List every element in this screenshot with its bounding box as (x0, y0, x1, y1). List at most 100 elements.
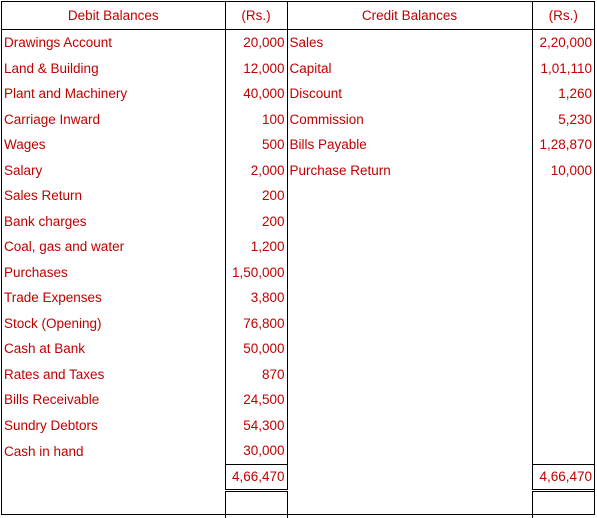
debit-account-name: Salary (4, 162, 43, 178)
credit-amount (531, 234, 594, 260)
debit-amount: 76,800 (224, 310, 287, 336)
total-label-empty (2, 464, 225, 490)
header-debit-balances: Debit Balances (2, 2, 225, 30)
credit-account-name (286, 387, 532, 413)
debit-account-name: Drawings Account (4, 35, 113, 51)
trial-balance-table: Debit Balances (Rs.) Credit Balances (Rs… (2, 2, 594, 518)
debit-account-name: Wages (4, 137, 46, 153)
credit-total: 4,66,470 (531, 463, 594, 492)
table-row: Bank charges 200 (2, 208, 594, 234)
credit-amount (531, 387, 594, 413)
debit-amount: 50,000 (224, 336, 287, 362)
credit-amount: 10,000 (531, 157, 594, 183)
debit-amount: 100 (224, 106, 287, 132)
credit-account-name (286, 234, 532, 260)
credit-account-name (286, 285, 532, 311)
debit-account-name: Coal, gas and water (4, 239, 125, 255)
credit-account-name (286, 183, 532, 209)
blank-cell (2, 490, 225, 518)
blank-cell (531, 490, 594, 518)
credit-amount (531, 208, 594, 234)
table-row: Sales Return 200 (2, 183, 594, 209)
debit-amount: 24,500 (224, 387, 287, 413)
credit-amount: 2,20,000 (531, 29, 594, 56)
debit-amount: 12,000 (224, 55, 287, 81)
table-row: Bills Receivable 24,500 (2, 387, 594, 413)
debit-account-name: Cash at Bank (4, 341, 86, 357)
credit-amount: 1,260 (531, 81, 594, 107)
blank-cell (224, 490, 287, 518)
header-credit-amount: (Rs.) (531, 2, 594, 30)
debit-account-name: Stock (Opening) (4, 315, 102, 331)
credit-account-name (286, 361, 532, 387)
table-row: Cash at Bank 50,000 (2, 336, 594, 362)
table-row: Rates and Taxes 870 (2, 361, 594, 387)
table-row: Purchases 1,50,000 (2, 259, 594, 285)
credit-amount (531, 259, 594, 285)
debit-account-name: Plant and Machinery (4, 86, 128, 102)
debit-amount: 3,800 (224, 285, 287, 311)
credit-amount (531, 412, 594, 438)
debit-account-name: Bank charges (4, 213, 87, 229)
debit-amount: 40,000 (224, 81, 287, 107)
credit-account-name: Commission (286, 106, 532, 132)
table-row: Wages 500 Bills Payable 1,28,870 (2, 132, 594, 158)
credit-amount (531, 336, 594, 362)
table-row: Coal, gas and water 1,200 (2, 234, 594, 260)
table-row: Stock (Opening) 76,800 (2, 310, 594, 336)
debit-amount: 500 (224, 132, 287, 158)
credit-amount: 1,01,110 (531, 55, 594, 81)
credit-account-name: Bills Payable (286, 132, 532, 158)
debit-amount: 54,300 (224, 412, 287, 438)
credit-account-name (286, 336, 532, 362)
table-row: Trade Expenses 3,800 (2, 285, 594, 311)
debit-amount: 1,200 (224, 234, 287, 260)
table-row: Carriage Inward 100 Commission 5,230 (2, 106, 594, 132)
header-debit-amount: (Rs.) (224, 2, 287, 30)
credit-account-name: Sales (286, 29, 532, 56)
credit-amount (531, 438, 594, 464)
table-row: Sundry Debtors 54,300 (2, 412, 594, 438)
table-row: Land & Building 12,000 Capital 1,01,110 (2, 55, 594, 81)
credit-amount (531, 285, 594, 311)
table-row: Drawings Account 20,000 Sales 2,20,000 (2, 29, 594, 56)
header-credit-balances: Credit Balances (286, 2, 532, 30)
debit-amount: 870 (224, 361, 287, 387)
table-row: Plant and Machinery 40,000 Discount 1,26… (2, 81, 594, 107)
debit-amount: 20,000 (224, 29, 287, 56)
credit-account-name (286, 412, 532, 438)
debit-account-name: Sales Return (4, 188, 83, 204)
debit-amount: 2,000 (224, 157, 287, 183)
blank-cell (286, 490, 532, 518)
table-row: Cash in hand 30,000 (2, 438, 594, 464)
credit-account-name (286, 310, 532, 336)
debit-amount: 200 (224, 208, 287, 234)
debit-account-name: Land & Building (4, 60, 99, 76)
debit-amount: 30,000 (224, 438, 287, 464)
debit-amount: 1,50,000 (224, 259, 287, 285)
credit-account-name: Purchase Return (286, 157, 532, 183)
credit-amount: 5,230 (531, 106, 594, 132)
credit-amount (531, 361, 594, 387)
debit-account-name: Bills Receivable (4, 392, 100, 408)
debit-account-name: Rates and Taxes (4, 366, 105, 382)
debit-account-name: Sundry Debtors (4, 417, 98, 433)
table-body: Drawings Account 20,000 Sales 2,20,000 L… (2, 29, 594, 518)
trial-balance-sheet: Debit Balances (Rs.) Credit Balances (Rs… (1, 1, 595, 518)
debit-amount: 200 (224, 183, 287, 209)
debit-account-name: Trade Expenses (4, 290, 102, 306)
debit-account-name: Purchases (4, 264, 68, 280)
table-row: Salary 2,000 Purchase Return 10,000 (2, 157, 594, 183)
total-credit-label-empty (286, 464, 532, 490)
credit-account-name: Capital (286, 55, 532, 81)
header-row: Debit Balances (Rs.) Credit Balances (Rs… (2, 2, 594, 30)
credit-account-name (286, 438, 532, 464)
debit-total: 4,66,470 (224, 463, 287, 492)
credit-amount (531, 183, 594, 209)
debit-account-name: Carriage Inward (4, 111, 101, 127)
credit-account-name (286, 208, 532, 234)
total-row: 4,66,470 4,66,470 (2, 463, 594, 492)
blank-row (2, 490, 594, 518)
credit-account-name (286, 259, 532, 285)
credit-amount (531, 310, 594, 336)
